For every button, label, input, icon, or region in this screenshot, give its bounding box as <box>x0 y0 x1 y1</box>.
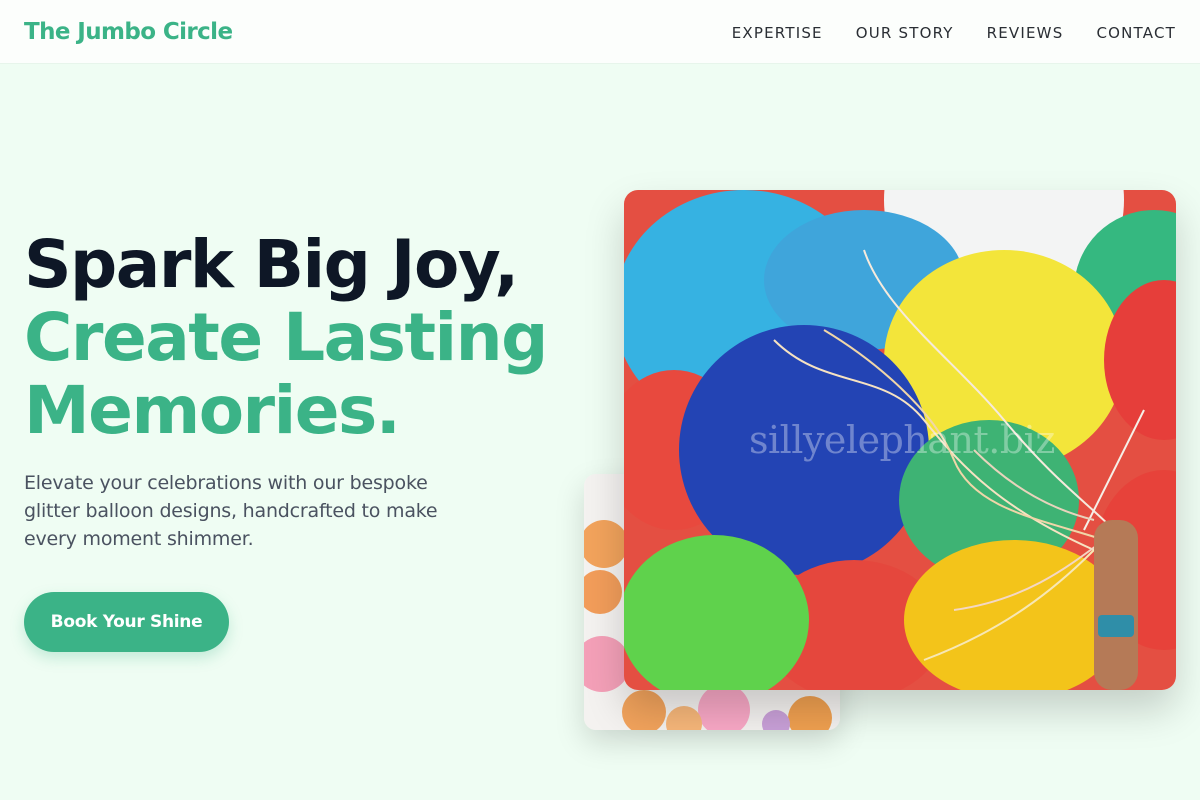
nav-link-contact[interactable]: CONTACT <box>1096 24 1176 42</box>
main-balloon-image: sillyelephant.biz <box>624 190 1176 690</box>
nav-link-reviews[interactable]: REVIEWS <box>987 24 1064 42</box>
top-navbar: The Jumbo Circle EXPERTISE OUR STORY REV… <box>0 0 1200 63</box>
book-your-shine-button[interactable]: Book Your Shine <box>24 592 229 652</box>
hero-description: Elevate your celebrations with our bespo… <box>24 472 438 550</box>
image-watermark: sillyelephant.biz <box>749 418 1055 462</box>
nav-link-expertise[interactable]: EXPERTISE <box>732 24 823 42</box>
hero-title-line-2: Create Lasting <box>24 299 548 376</box>
main-nav: EXPERTISE OUR STORY REVIEWS CONTACT <box>732 24 1176 42</box>
hero-title: Spark Big Joy, Create Lasting Memories. <box>24 228 584 447</box>
hero-title-line-1: Spark Big Joy, <box>24 226 519 303</box>
hero-title-line-3: Memories. <box>24 372 401 449</box>
brand-logo[interactable]: The Jumbo Circle <box>24 19 233 45</box>
nav-link-our-story[interactable]: OUR STORY <box>856 24 954 42</box>
